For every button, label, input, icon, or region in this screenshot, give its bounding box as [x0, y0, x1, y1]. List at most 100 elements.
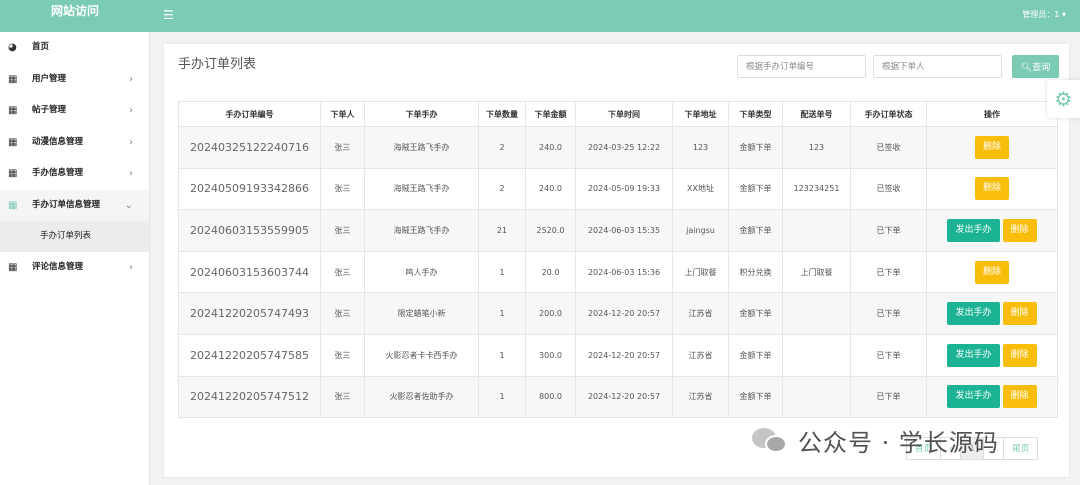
cell-amount: 240.0 — [525, 167, 576, 211]
cell-address: XX地址 — [672, 167, 729, 211]
cell-tracking: 123234251 — [782, 167, 851, 211]
table-row: 20240325122240716 张三 海贼王路飞手办 2 240.0 202… — [178, 126, 1058, 169]
cell-address: 上门取餐 — [672, 250, 729, 294]
cell-actions: 删除 — [926, 126, 1058, 169]
ship-figure-button[interactable]: 发出手办 — [947, 218, 1000, 242]
cell-qty: 1 — [478, 292, 526, 335]
delete-button[interactable]: 删除 — [974, 135, 1009, 159]
cell-user: 张三 — [320, 126, 365, 169]
chevron-right-icon: › — [129, 73, 133, 85]
cell-status: 已下单 — [850, 209, 927, 252]
cell-type: 金额下单 — [728, 292, 783, 335]
chevron-right-icon: › — [129, 262, 133, 273]
ship-figure-button[interactable]: 发出手办 — [947, 385, 1000, 409]
watermark: 公众号 · 学长源码 — [752, 420, 999, 460]
brand-title[interactable]: 网站访问 — [0, 0, 150, 32]
cell-status: 已下单 — [850, 250, 927, 294]
cell-amount: 800.0 — [525, 375, 576, 419]
cell-status: 已签收 — [850, 167, 927, 211]
pagination-last[interactable]: 尾页 — [1003, 437, 1039, 460]
table-icon: ▦ — [8, 136, 18, 148]
cell-order-no: 20240603153603744 — [178, 250, 321, 294]
sidebar-item-label: 手办订单信息管理 — [32, 199, 101, 210]
ship-figure-button[interactable]: 发出手办 — [947, 343, 1000, 367]
sidebar-item-label: 评论信息管理 — [32, 262, 84, 272]
table-header-row: 手办订单编号 下单人 下单手办 下单数量 下单金额 下单时间 下单地址 下单类型… — [178, 101, 1058, 127]
col-header: 下单人 — [320, 101, 365, 127]
sidebar-item-comments[interactable]: ▦ 评论信息管理 › — [0, 252, 149, 284]
sidebar-item-users[interactable]: ▦ 用户管理 › — [0, 64, 149, 96]
col-header: 下单手办 — [364, 101, 479, 127]
cell-order-no: 20240603153559905 — [178, 209, 321, 252]
cell-user: 张三 — [320, 250, 365, 294]
top-bar: 网站访问 ☰ 管理员：1 ▾ — [0, 0, 1080, 32]
hamburger-icon[interactable]: ☰ — [163, 8, 174, 22]
cell-status: 已下单 — [850, 333, 927, 377]
cell-actions: 发出手办 删除 — [926, 375, 1058, 419]
cell-figure: 鸣人手办 — [364, 250, 479, 294]
cell-status: 已签收 — [850, 126, 927, 169]
sidebar-item-anime[interactable]: ▦ 动漫信息管理 › — [0, 127, 149, 159]
table-row: 20240509193342866 张三 海贼王路飞手办 2 240.0 202… — [178, 167, 1058, 211]
cell-order-no: 20240325122240716 — [178, 126, 321, 169]
sidebar-item-home[interactable]: ◕ 首页 — [0, 32, 149, 64]
sidebar: ◕ 首页 ▦ 用户管理 › ▦ 帖子管理 › ▦ 动漫信息管理 › ▦ 手办信息… — [0, 32, 150, 485]
sidebar-item-label: 首页 — [32, 42, 50, 52]
cell-address: 江苏省 — [672, 375, 729, 419]
cell-tracking: 123 — [782, 126, 851, 169]
cell-qty: 1 — [478, 375, 526, 419]
col-header: 下单类型 — [728, 101, 783, 127]
watermark-text: 公众号 · 学长源码 — [798, 428, 999, 457]
col-header: 下单地址 — [672, 101, 729, 127]
col-header: 下单时间 — [575, 101, 673, 127]
cell-time: 2024-06-03 15:36 — [575, 250, 673, 294]
delete-button[interactable]: 删除 — [1002, 385, 1037, 409]
page-title: 手办订单列表 — [178, 57, 257, 72]
cell-time: 2024-06-03 15:35 — [575, 209, 673, 252]
delete-button[interactable]: 删除 — [1002, 302, 1037, 326]
cell-status: 已下单 — [850, 292, 927, 335]
sidebar-item-figures[interactable]: ▦ 手办信息管理 › — [0, 158, 149, 190]
sidebar-item-label: 动漫信息管理 — [32, 136, 84, 147]
cell-user: 张三 — [320, 167, 365, 211]
ship-figure-button[interactable]: 发出手办 — [947, 302, 1000, 326]
cell-qty: 1 — [478, 333, 526, 377]
delete-button[interactable]: 删除 — [974, 177, 1009, 201]
delete-button[interactable]: 删除 — [1002, 218, 1037, 242]
cell-status: 已下单 — [850, 375, 927, 419]
cell-qty: 2 — [478, 167, 526, 211]
gear-icon[interactable]: ⚙ — [1047, 80, 1080, 118]
cell-actions: 删除 — [926, 167, 1058, 211]
cell-qty: 21 — [478, 209, 526, 252]
cell-qty: 2 — [478, 126, 526, 169]
cell-qty: 1 — [478, 250, 526, 294]
search-order-input[interactable] — [737, 55, 866, 78]
cell-user: 张三 — [320, 209, 365, 252]
delete-button[interactable]: 删除 — [974, 260, 1009, 284]
cell-address: jaingsu — [672, 209, 729, 252]
cell-actions: 发出手办 删除 — [926, 292, 1058, 335]
cell-amount: 20.0 — [525, 250, 576, 294]
sidebar-item-posts[interactable]: ▦ 帖子管理 › — [0, 95, 149, 127]
sidebar-subitem-order-list[interactable]: 手办订单列表 — [0, 221, 149, 252]
cell-order-no: 20241220205747512 — [178, 375, 321, 419]
col-header: 手办订单编号 — [178, 101, 321, 127]
cell-amount: 2520.0 — [525, 209, 576, 252]
cell-time: 2024-05-09 19:33 — [575, 167, 673, 211]
cell-order-no: 20240509193342866 — [178, 167, 321, 211]
cell-order-no: 20241220205747585 — [178, 333, 321, 377]
col-header: 手办订单状态 — [850, 101, 927, 127]
delete-button[interactable]: 删除 — [1002, 343, 1037, 367]
cell-type: 金额下单 — [728, 333, 783, 377]
search-user-input[interactable] — [873, 55, 1002, 78]
cell-amount: 200.0 — [525, 292, 576, 335]
sidebar-item-orders[interactable]: ▦ 手办订单信息管理 ⌄ — [0, 189, 149, 221]
table-row: 20241220205747493 张三 限定蜡笔小新 1 200.0 2024… — [178, 292, 1058, 335]
table-icon: ▦ — [8, 168, 18, 179]
search-button[interactable]: 🔍︎查询 — [1012, 55, 1059, 78]
cell-type: 金额下单 — [728, 167, 783, 211]
cell-tracking — [782, 292, 851, 335]
admin-menu[interactable]: 管理员：1 ▾ — [1022, 9, 1066, 21]
cell-type: 金额下单 — [728, 209, 783, 252]
cell-figure: 限定蜡笔小新 — [364, 292, 479, 335]
